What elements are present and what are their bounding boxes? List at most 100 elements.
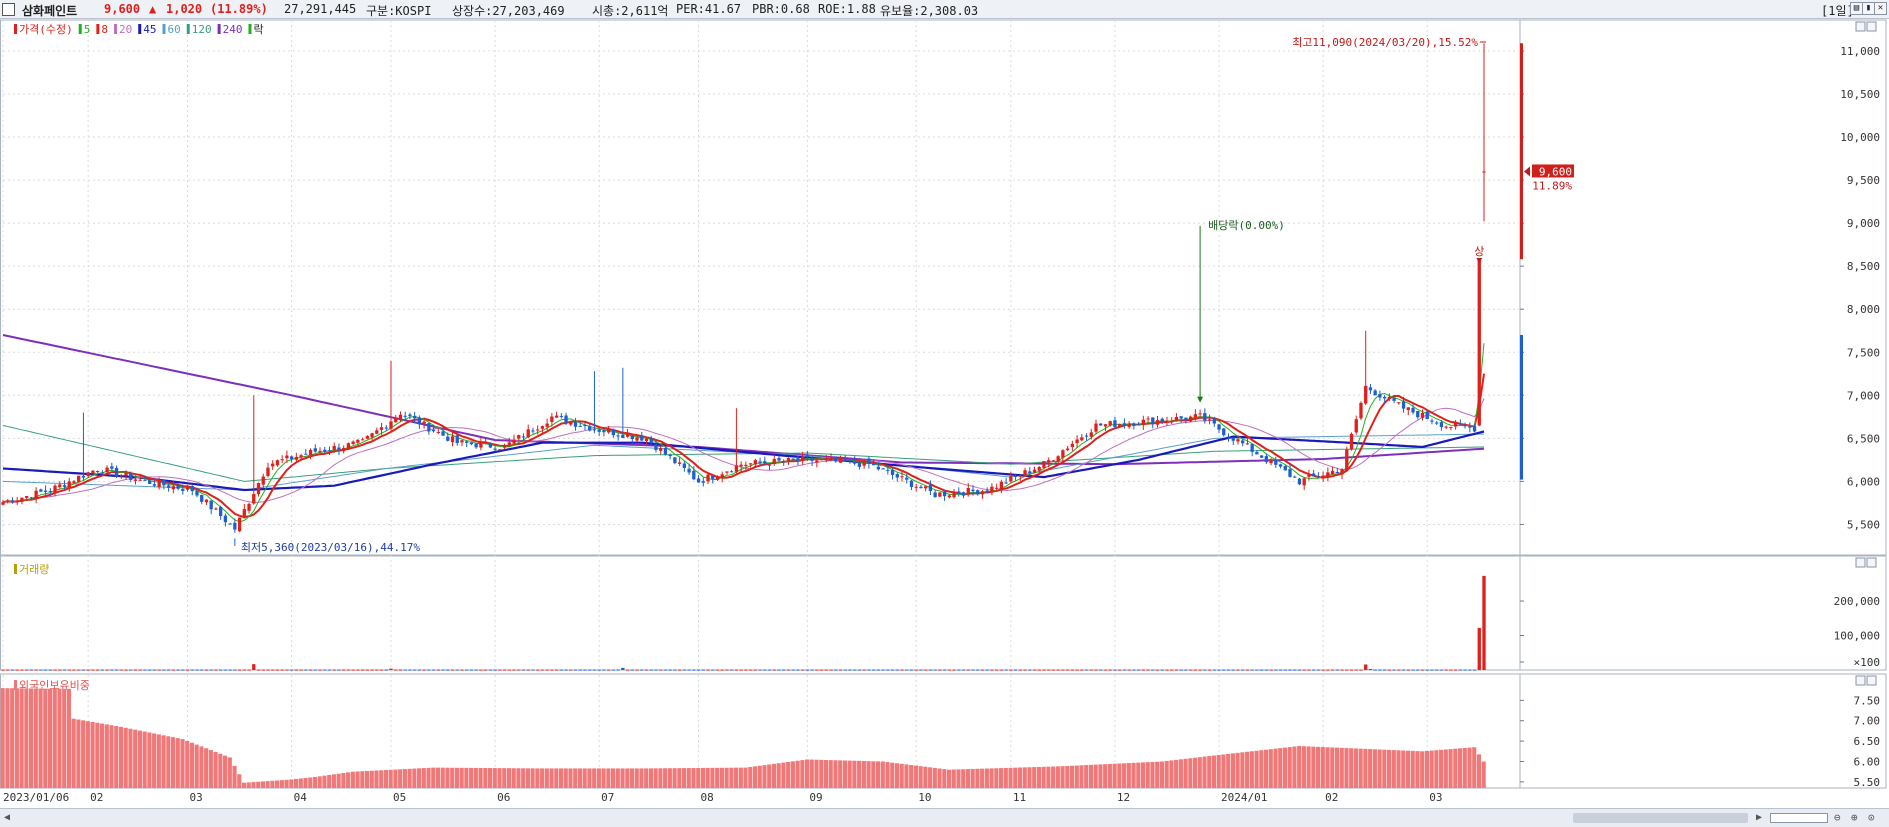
candle-body	[1430, 420, 1434, 422]
volume-bar	[976, 669, 980, 671]
candle-body	[1411, 407, 1415, 413]
foreign-bar	[232, 765, 237, 788]
volume-bar	[488, 669, 493, 671]
volume-bar	[919, 669, 923, 671]
candle-body	[673, 457, 677, 464]
foreign-bar	[1462, 747, 1467, 788]
foreign-bar	[611, 768, 616, 788]
checkbox-icon[interactable]	[2, 3, 15, 16]
candle-body	[275, 460, 280, 466]
foreign-bar	[833, 760, 838, 788]
price-y-tick-label: 7,000	[1847, 389, 1880, 402]
volume-bar	[1312, 669, 1316, 671]
zoom-slider[interactable]	[1770, 813, 1828, 823]
panel-close-icon[interactable]	[1866, 675, 1877, 686]
volume-bar	[1364, 664, 1368, 670]
candle-body	[403, 415, 407, 417]
candle-body	[86, 472, 90, 477]
candle-body	[1132, 423, 1136, 426]
zoom-reset-icon[interactable]: ⊙	[1868, 811, 1875, 824]
foreign-bar	[909, 764, 914, 788]
candle-body	[34, 490, 38, 499]
candle-body	[976, 490, 980, 495]
foreign-bar	[1457, 748, 1463, 788]
scroll-right-arrow-icon[interactable]: ▶	[1756, 812, 1762, 823]
volume-bar	[218, 669, 223, 671]
foreign-bar	[1439, 749, 1444, 788]
candle-body	[483, 442, 488, 444]
volume-bar	[673, 669, 677, 671]
foreign-bar	[1216, 754, 1221, 788]
candle-body	[502, 445, 507, 448]
close-button[interactable]: ✕	[1874, 2, 1887, 15]
candle-body	[1425, 411, 1429, 419]
candle-body	[1316, 476, 1321, 478]
stock-info-bar: 삼화페인트 9,600 ▲ 1,020 (11.89%) 27,291,445 …	[0, 0, 1889, 19]
foreign-bar	[1178, 759, 1183, 788]
candle-body	[1472, 426, 1477, 432]
period-selector[interactable]: [1일]	[1821, 2, 1854, 19]
candle-body	[668, 454, 672, 457]
candle-body	[176, 484, 180, 489]
candle-body	[819, 459, 824, 461]
volume-bar	[1255, 669, 1259, 671]
candle-body	[465, 441, 469, 443]
volume-bar	[81, 669, 86, 671]
volume-bar	[730, 669, 734, 671]
volume-bar	[1387, 669, 1392, 671]
volume-bar	[1406, 669, 1410, 671]
foreign-bar	[1126, 763, 1131, 788]
foreign-bar	[549, 768, 554, 788]
candle-body	[649, 438, 653, 443]
scroll-left-arrow-icon[interactable]: ◀	[4, 812, 10, 823]
foreign-bar	[1273, 748, 1278, 788]
volume-bar	[1018, 669, 1022, 671]
candle-body	[43, 490, 48, 492]
volume-bar	[422, 669, 426, 671]
foreign-bar	[1112, 763, 1117, 788]
foreign-bar	[999, 768, 1004, 788]
candle-body	[1136, 424, 1141, 426]
volume-bar	[507, 669, 511, 671]
volume-bar	[304, 669, 308, 671]
candle-body	[1032, 469, 1037, 473]
price-y-tick-label: 9,500	[1847, 174, 1880, 187]
volume-bar	[114, 669, 119, 671]
zoom-out-icon[interactable]: ⊖	[1834, 811, 1841, 824]
foreign-bar	[322, 775, 327, 788]
foreign-bar	[535, 768, 540, 788]
candle-body	[966, 488, 970, 495]
volume-bar	[1080, 669, 1084, 671]
candle-body	[171, 486, 175, 490]
candle-body	[635, 437, 639, 441]
horizontal-scrollbar[interactable]: ◀ ▶ ⊖ ⊕ ⊙	[0, 808, 1889, 827]
foreign-bar	[407, 768, 412, 788]
candle-body	[796, 458, 800, 461]
candle-body	[606, 429, 611, 433]
legend-label: 45	[143, 23, 156, 36]
volume-bar	[531, 669, 535, 671]
panel-minimize-icon[interactable]	[1855, 675, 1866, 686]
stock-name[interactable]: 삼화페인트	[22, 2, 77, 19]
panel-close-icon[interactable]	[1866, 21, 1877, 32]
zoom-in-icon[interactable]: ⊕	[1851, 811, 1858, 824]
volume-bar	[1122, 669, 1127, 671]
foreign-bar	[1297, 746, 1302, 788]
volume-bar	[1382, 669, 1387, 671]
foreign-bar	[1032, 767, 1037, 788]
foreign-bar	[1145, 762, 1150, 788]
volume-bar	[1349, 669, 1354, 671]
candle-body	[810, 457, 814, 461]
panel-minimize-icon[interactable]	[1855, 557, 1866, 568]
scroll-thumb[interactable]	[1573, 813, 1748, 823]
foreign-bar	[1041, 766, 1046, 788]
panel-minimize-icon[interactable]	[1855, 21, 1866, 32]
foreign-bar	[928, 767, 933, 788]
limit-up-annotation: 상	[1474, 245, 1484, 258]
candle-body	[100, 472, 105, 474]
foreign-bar	[786, 761, 791, 788]
volume-bar	[1293, 669, 1297, 671]
panel-close-icon[interactable]	[1866, 557, 1877, 568]
volume-bar	[171, 669, 175, 671]
foreign-bar	[871, 761, 876, 788]
